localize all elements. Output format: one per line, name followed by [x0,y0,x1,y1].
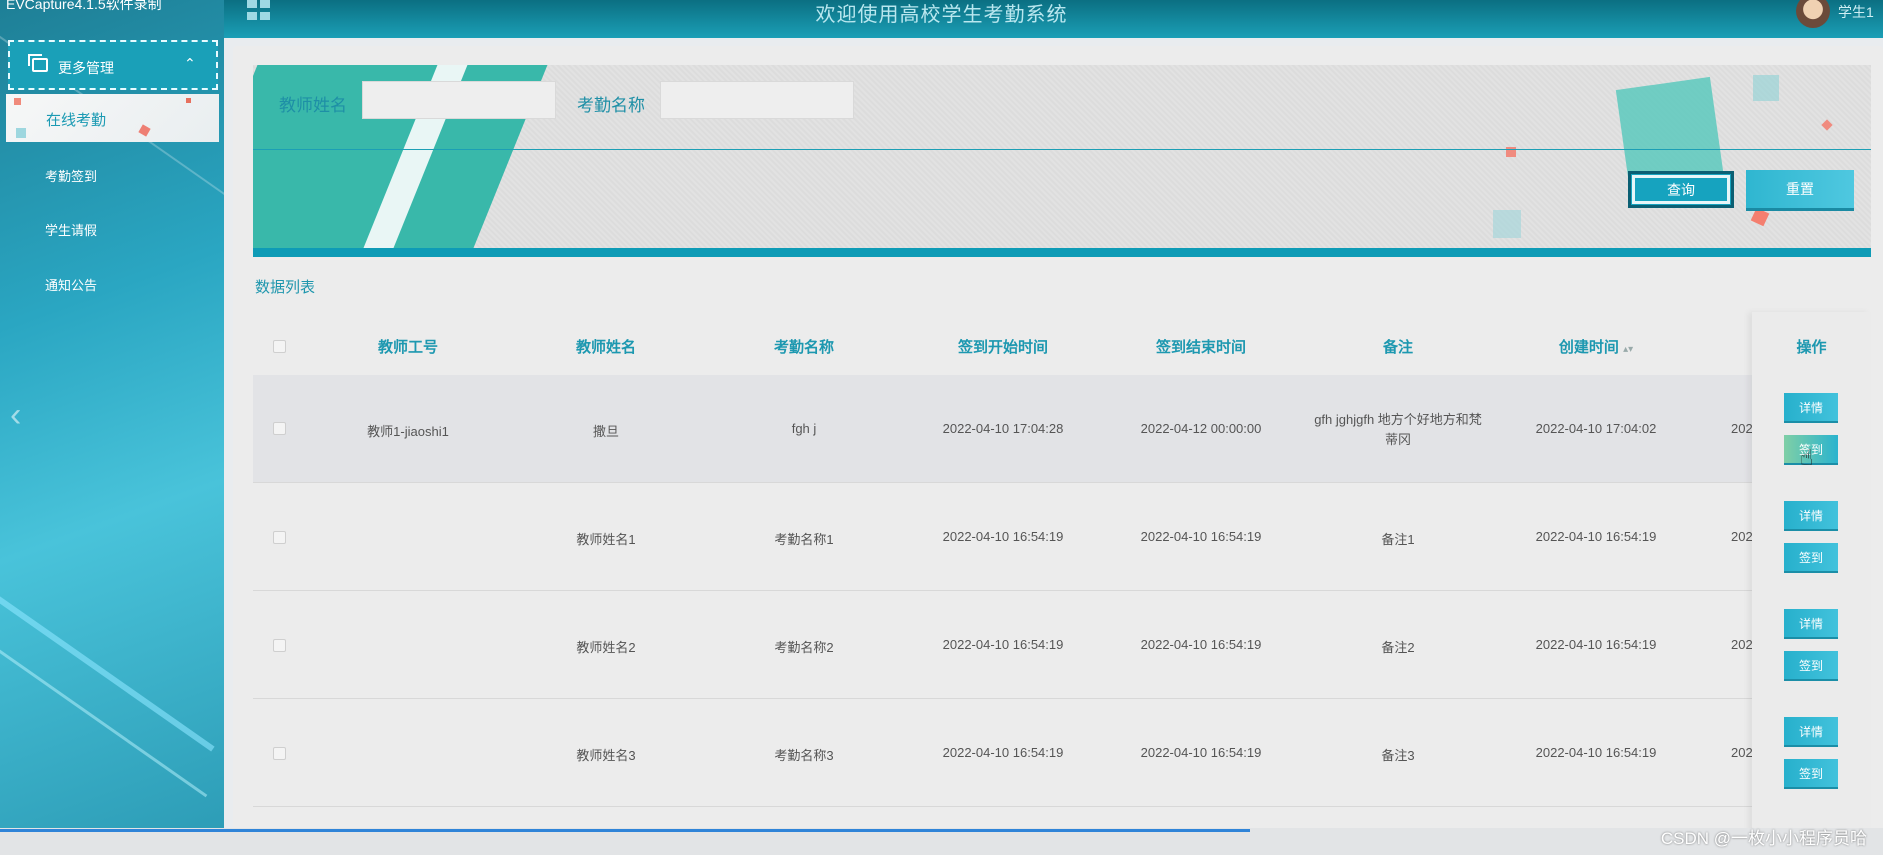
column-header: 签到结束时间 [1155,339,1246,356]
column-header-label: 创建时间 [1558,339,1619,356]
cell-remark: gfh jghjgfh 地方个好地方和梵蒂冈 [1314,412,1482,447]
sidebar-group-more-management[interactable]: 更多管理 ⌄ [8,40,218,90]
table-row[interactable]: 教师姓名2 考勤名称2 2022-04-10 16:54:19 2022-04-… [253,591,1871,699]
sidebar-item-attendance-signin[interactable]: 考勤签到 [45,166,97,185]
bottom-strip [0,828,1883,855]
teacher-name-input[interactable] [362,81,556,119]
divider [253,149,1871,150]
detail-button[interactable]: 详情 [1784,609,1838,637]
signin-button[interactable]: 签到 [1784,759,1838,787]
decoration-square [186,98,191,103]
top-bar: 欢迎使用高校学生考勤系统 学生1 [0,0,1883,38]
cell-start-time: 2022-04-10 16:54:19 [942,529,1064,544]
sidebar-item-online-attendance[interactable]: 在线考勤 [6,94,219,142]
recording-overlay-title: EVCapture4.1.5软件录制 [6,0,162,12]
sidebar-item-student-leave[interactable]: 学生请假 [45,220,97,239]
row-checkbox[interactable] [273,422,286,435]
select-all-checkbox[interactable] [273,340,286,353]
column-header: 签到开始时间 [957,339,1048,356]
column-header: 教师工号 [377,339,438,356]
copy-icon [28,54,48,72]
chevron-up-icon: ⌄ [184,55,196,71]
table-row[interactable]: 教师姓名1 考勤名称1 2022-04-10 16:54:19 2022-04-… [253,483,1871,591]
cell-end-time: 2022-04-10 16:54:19 [1140,745,1262,760]
cell-remark: 备注2 [1381,640,1415,655]
decoration-square [14,98,21,105]
reset-button[interactable]: 重置 [1746,170,1854,208]
detail-button[interactable]: 详情 [1784,393,1838,421]
banner-decoration [1493,210,1521,238]
data-list-title: 数据列表 [255,279,316,296]
cell-teacher-name: 教师姓名1 [576,532,636,547]
cell-remark: 备注1 [1381,532,1415,547]
sidebar-group-label: 更多管理 [58,60,114,76]
detail-button[interactable]: 详情 [1784,717,1838,745]
cell-teacher-name: 撒旦 [592,424,619,439]
column-header-operations: 操作 [1796,339,1827,356]
cell-attendance-name: 考勤名称2 [774,640,834,655]
column-header-sortable[interactable]: 创建时间 ▴▾ [1541,336,1651,357]
cell-created-time: 2022-04-10 17:04:02 [1535,421,1657,436]
sidebar-item-label: 在线考勤 [46,112,107,129]
table-header: 教师工号 教师姓名 考勤名称 签到开始时间 签到结束时间 备注 创建时间 ▴▾ [253,312,1871,380]
column-header: 考勤名称 [773,339,834,356]
watermark-text: CSDN @一枚小小程序员哈 [1660,829,1867,848]
decoration-square [16,128,26,138]
cell-start-time: 2022-04-10 16:54:19 [942,637,1064,652]
collapse-left-icon[interactable]: ‹ [10,396,21,435]
row-checkbox[interactable] [273,747,286,760]
banner-decoration [1750,207,1770,227]
decoration-square [138,124,151,137]
cell-attendance-name: fgh j [791,421,817,436]
column-header: 教师姓名 [575,339,636,356]
divider [253,248,1871,257]
cell-created-time: 2022-04-10 16:54:19 [1535,637,1657,652]
row-checkbox[interactable] [273,531,286,544]
cell-remark: 备注3 [1381,748,1415,763]
cell-attendance-name: 考勤名称3 [774,748,834,763]
signin-button[interactable]: 签到 [1784,543,1838,571]
cell-created-time: 2022-04-10 16:54:19 [1535,745,1657,760]
operations-column: 操作 详情 签到 详情 签到 详情 签到 详情 签到 [1752,312,1871,832]
cell-end-time: 2022-04-10 16:54:19 [1140,637,1262,652]
attendance-name-input[interactable] [660,81,854,119]
cell-attendance-name: 考勤名称1 [774,532,834,547]
cell-created-time: 2022-04-10 16:54:19 [1535,529,1657,544]
cell-end-time: 2022-04-12 00:00:00 [1140,421,1262,436]
sidebar-item-notice[interactable]: 通知公告 [45,275,97,294]
banner-decoration [1753,75,1779,101]
system-title: 欢迎使用高校学生考勤系统 [815,4,1068,26]
table-row[interactable]: 教师1-jiaoshi1 撒旦 fgh j 2022-04-10 17:04:2… [253,375,1871,483]
signin-button[interactable]: 签到 [1784,651,1838,679]
row-checkbox[interactable] [273,639,286,652]
sort-icon[interactable]: ▴▾ [1623,344,1633,355]
user-name[interactable]: 学生1 [1838,2,1874,22]
column-header: 备注 [1382,339,1413,356]
cell-teacher-name: 教师姓名2 [576,640,636,655]
hand-cursor-icon: ☝ [1800,445,1814,470]
query-button[interactable]: 查询 [1628,171,1734,208]
cell-start-time: 2022-04-10 16:54:19 [942,745,1064,760]
recording-progress-bar [0,829,1250,832]
teacher-name-label: 教师姓名 [279,96,347,115]
attendance-name-label: 考勤名称 [577,96,645,115]
banner-decoration [1821,119,1833,131]
cell-teacher-no: 教师1-jiaoshi1 [367,424,449,439]
cell-teacher-name: 教师姓名3 [576,748,636,763]
cell-end-time: 2022-04-10 16:54:19 [1140,529,1262,544]
detail-button[interactable]: 详情 [1784,501,1838,529]
cell-start-time: 2022-04-10 17:04:28 [942,421,1064,436]
table-row[interactable]: 教师姓名3 考勤名称3 2022-04-10 16:54:19 2022-04-… [253,699,1871,807]
sidebar: EVCapture4.1.5软件录制 更多管理 ⌄ 在线考勤 考勤签到 学生请假… [0,0,224,855]
